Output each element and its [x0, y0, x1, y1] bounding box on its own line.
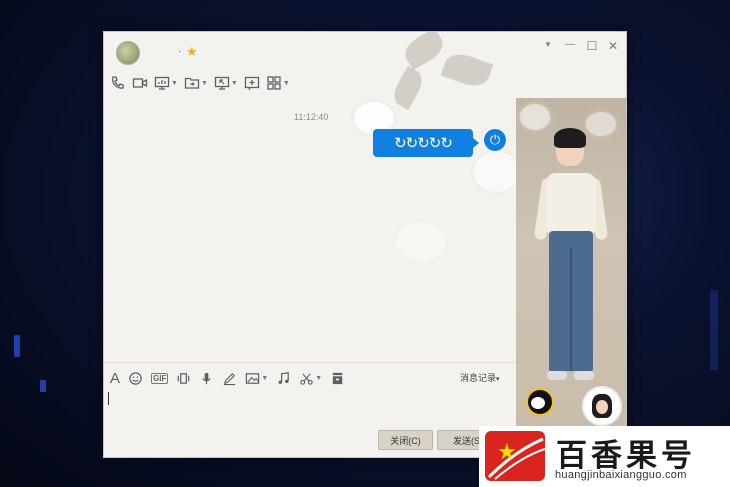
- figure-shoe: [574, 371, 594, 380]
- message-history-label: 消息记录: [460, 373, 497, 383]
- minimize-button[interactable]: —: [563, 39, 577, 50]
- scissors-icon: [300, 372, 313, 385]
- close-window-button[interactable]: ✕: [606, 39, 620, 53]
- screen-share-icon: [154, 76, 170, 90]
- remote-desktop-icon: [214, 76, 230, 90]
- vip-star-icon[interactable]: ★: [186, 44, 198, 60]
- font-icon: A: [110, 369, 121, 387]
- red-packet-button[interactable]: [330, 369, 345, 387]
- desktop-light: [40, 380, 46, 392]
- chevron-down-icon: ▼: [200, 79, 208, 87]
- chevron-down-icon: ▾: [496, 376, 500, 383]
- add-app-icon: [244, 76, 259, 91]
- watermark-url: huangjinbaixiangguo.com: [555, 469, 687, 481]
- red-packet-icon: [333, 372, 343, 384]
- gif-button[interactable]: GIF: [151, 369, 169, 387]
- input-toolbar: A GIF ▼ ▼: [110, 369, 345, 387]
- chevron-down-icon: ▼: [282, 79, 290, 87]
- remote-desktop-button[interactable]: ▼: [214, 74, 238, 92]
- chevron-down-icon: ▼: [230, 79, 238, 87]
- microphone-icon: [202, 372, 212, 384]
- apps-grid-icon: [267, 76, 281, 90]
- folder-icon: [184, 77, 200, 89]
- message-timestamp: 11:12:40: [294, 112, 329, 122]
- message-history-button[interactable]: 消息记录▾: [460, 371, 500, 384]
- decor-flower: [586, 112, 616, 136]
- qq-penguin-belly: [531, 397, 545, 409]
- more-apps-button[interactable]: ▼: [266, 74, 290, 92]
- video-call-button[interactable]: [132, 74, 148, 92]
- input-divider: [104, 362, 516, 363]
- video-icon: [132, 78, 148, 88]
- message-area[interactable]: 11:12:40 ↻↻↻↻↻ ⏻: [104, 98, 516, 362]
- add-app-button[interactable]: [244, 74, 260, 92]
- desktop-light: [710, 290, 718, 370]
- sent-message-bubble[interactable]: ↻↻↻↻↻: [373, 129, 479, 157]
- gif-icon: GIF: [151, 372, 169, 384]
- screenshot-button[interactable]: ▼: [299, 369, 322, 387]
- power-icon: ⏻: [489, 132, 501, 147]
- music-button[interactable]: [276, 369, 291, 387]
- contact-nickname[interactable]: .: [178, 44, 181, 55]
- friend-avatar[interactable]: [582, 386, 622, 426]
- file-transfer-button[interactable]: ▼: [184, 74, 208, 92]
- chat-toolbar: ▼ ▼ ▼ ▼: [110, 74, 290, 92]
- message-input[interactable]: [108, 390, 512, 430]
- maximize-button[interactable]: ☐: [585, 39, 599, 53]
- image-icon: [246, 372, 260, 384]
- watermark-star-icon: ★: [497, 439, 517, 464]
- figure-sweater: [546, 173, 596, 233]
- chevron-down-icon: ▼: [315, 374, 323, 382]
- emoji-button[interactable]: [128, 369, 143, 387]
- my-avatar[interactable]: ⏻: [483, 128, 507, 152]
- handwriting-button[interactable]: [222, 369, 237, 387]
- music-note-icon: [278, 371, 290, 384]
- friend-avatar-hair: [592, 394, 612, 418]
- chat-window: . ★ ▾ — ☐ ✕ ▼ ▼ ▼ ▼ 11:12:40 ↻↻↻↻↻ ⏻ A G…: [103, 31, 627, 458]
- font-button[interactable]: A: [110, 369, 120, 387]
- shake-button[interactable]: [176, 369, 191, 387]
- contact-avatar[interactable]: [116, 41, 140, 65]
- text-cursor: [108, 392, 109, 405]
- pencil-icon: [224, 372, 236, 385]
- chevron-down-icon: ▼: [261, 374, 269, 382]
- show-avatar-panel: [516, 98, 626, 457]
- menu-dropdown-icon[interactable]: ▾: [541, 39, 555, 50]
- figure-hair: [554, 128, 586, 148]
- desktop-light: [14, 335, 20, 357]
- figure-shoe: [547, 371, 567, 380]
- voice-message-button[interactable]: [199, 369, 214, 387]
- shake-icon: [178, 372, 190, 384]
- voice-call-button[interactable]: [110, 74, 126, 92]
- friend-avatar-face: [596, 400, 608, 414]
- chevron-down-icon: ▼: [171, 79, 178, 87]
- title-bar: . ★ ▾ — ☐ ✕: [104, 32, 626, 68]
- close-button[interactable]: 关闭(C): [378, 430, 433, 450]
- figure-jeans-seam: [570, 248, 572, 371]
- smiley-icon: [129, 371, 142, 385]
- image-button[interactable]: ▼: [245, 369, 268, 387]
- phone-icon: [112, 76, 124, 89]
- decor-flower: [520, 104, 550, 130]
- screen-share-button[interactable]: ▼: [154, 74, 178, 92]
